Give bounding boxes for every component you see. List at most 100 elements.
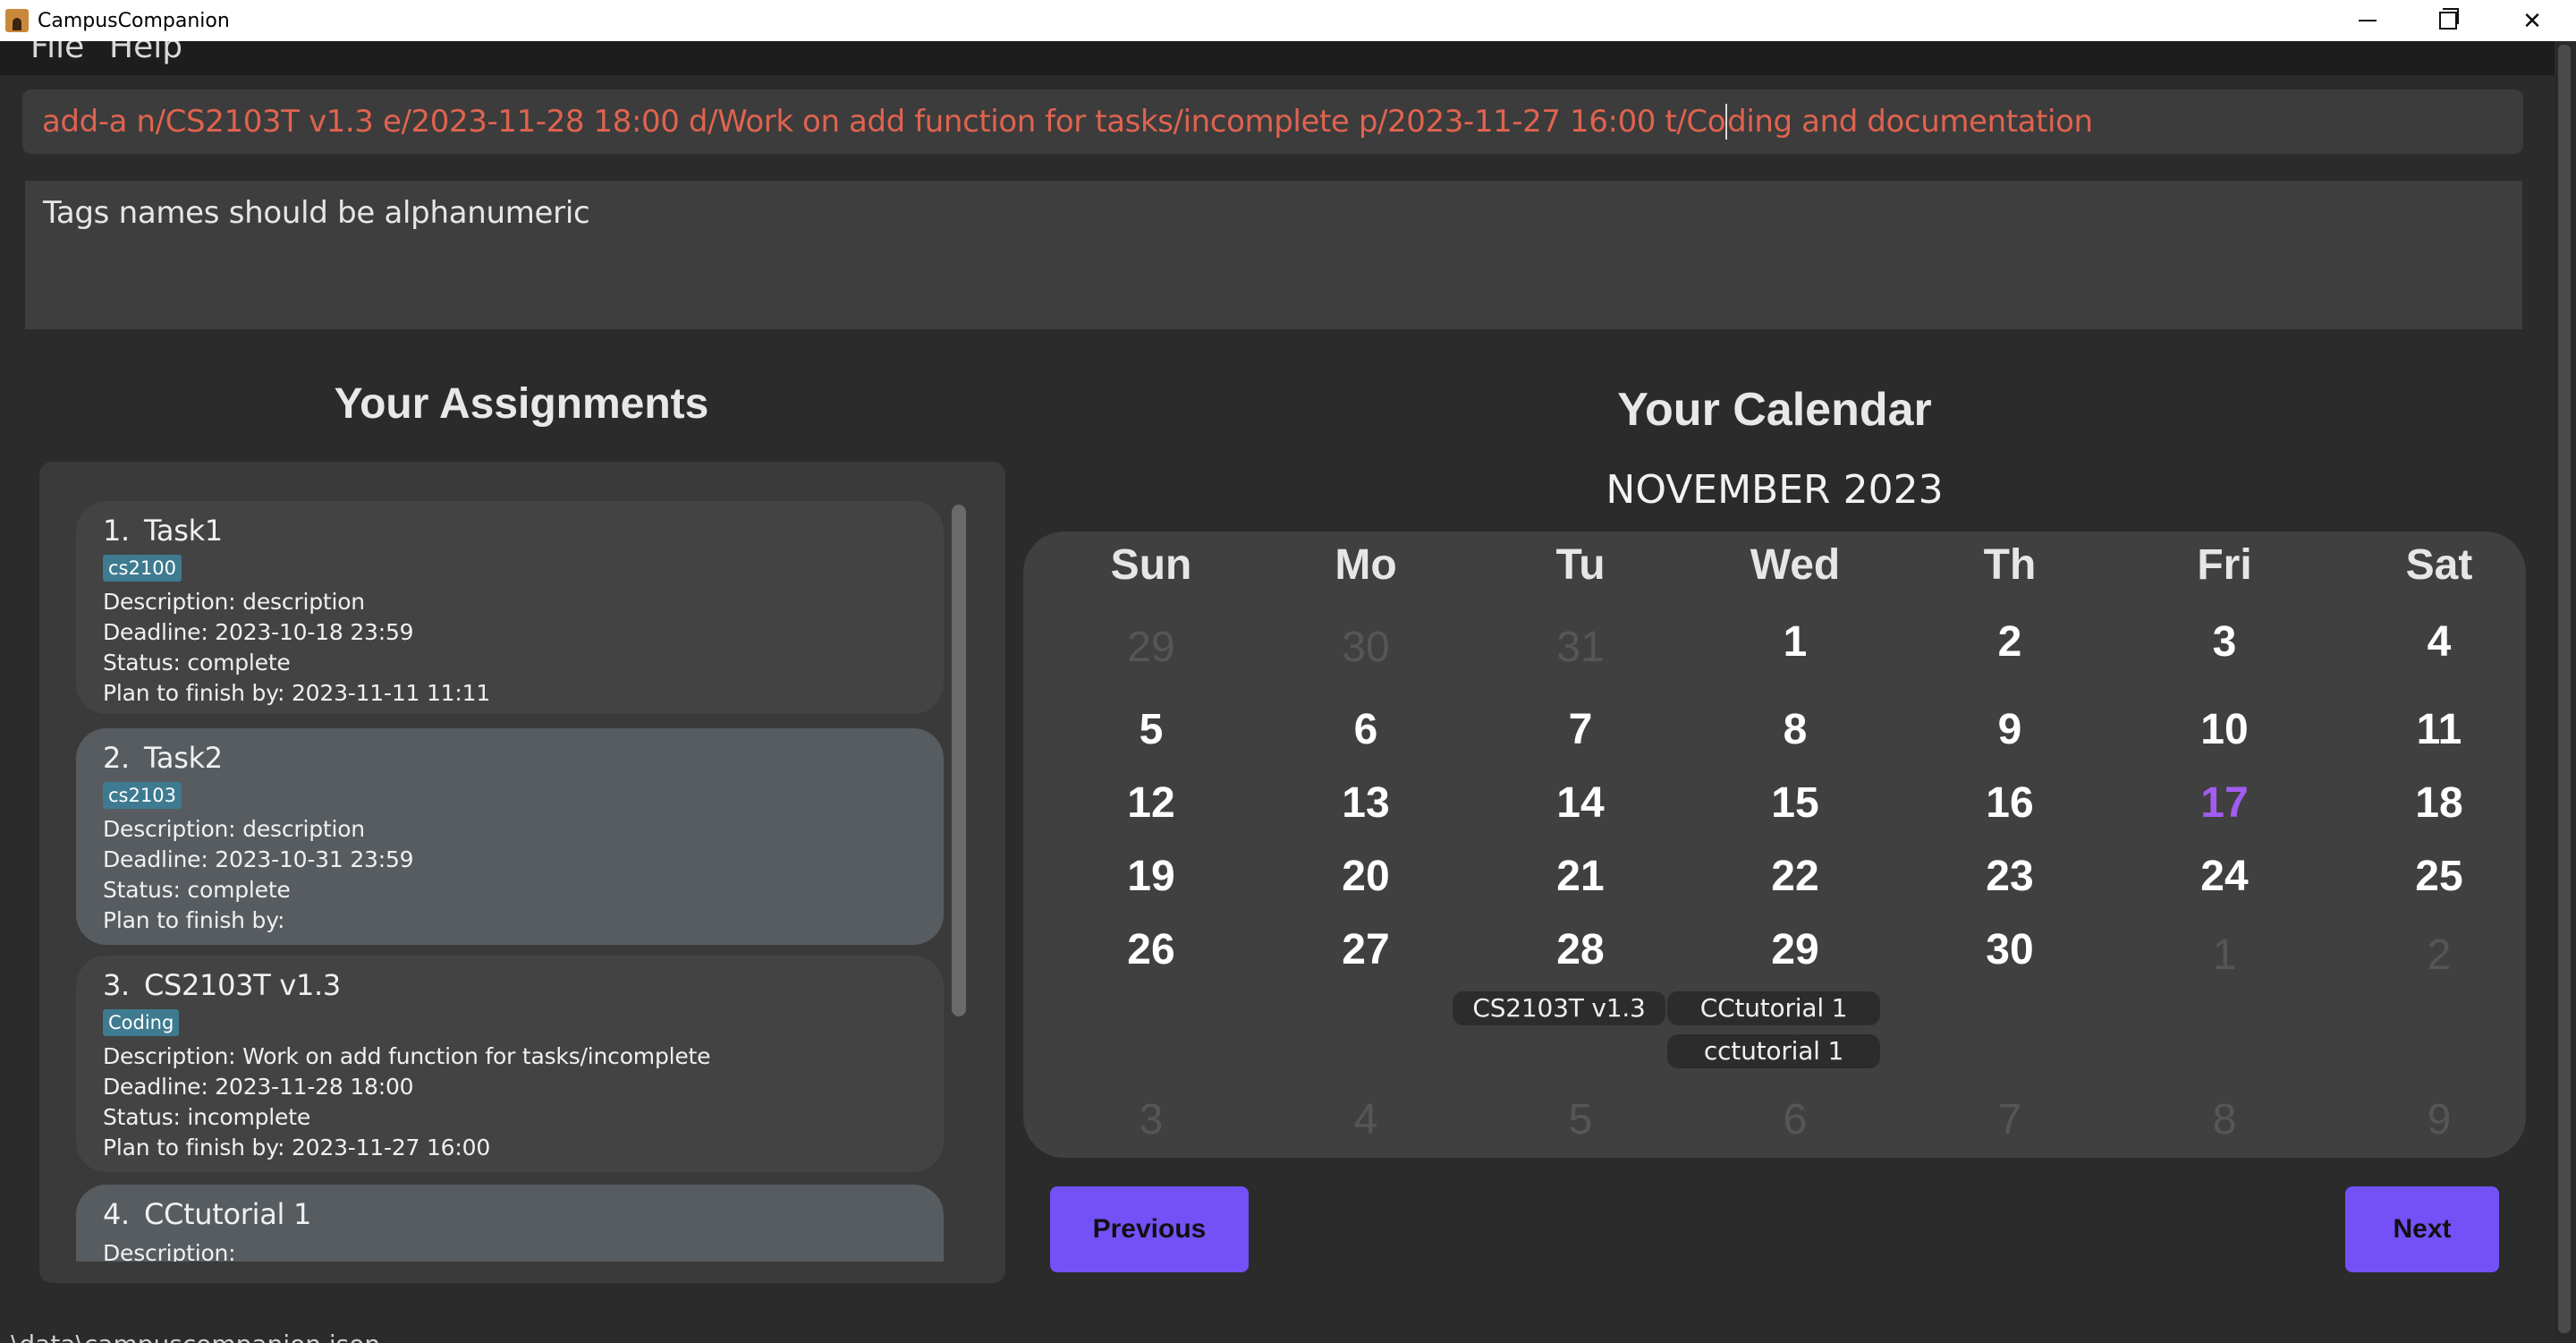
calendar-day[interactable]: 18	[2332, 778, 2546, 828]
calendar-day-outside-month[interactable]: 4	[1258, 1095, 1473, 1144]
calendar-day-outside-month[interactable]: 30	[1258, 623, 1473, 672]
calendar-day[interactable]: 19	[1044, 852, 1258, 901]
weekday-header: Sat	[2405, 541, 2473, 589]
assignment-plan: Plan to finish by: 2023-11-27 16:00	[103, 1135, 491, 1160]
calendar-day[interactable]: 8	[1688, 705, 1902, 754]
calendar-event[interactable]: cctutorial 1	[1667, 1034, 1880, 1068]
minimize-button[interactable]	[2327, 0, 2408, 41]
assignment-name: Task2	[143, 741, 223, 775]
command-text-after-caret: ding and documentation	[1727, 104, 2093, 140]
calendar-day[interactable]: 30	[1902, 925, 2117, 974]
calendar-day[interactable]: 4	[2332, 617, 2546, 667]
calendar-day[interactable]: 11	[2332, 705, 2546, 754]
window-title: CampusCompanion	[38, 9, 230, 32]
assignment-description: Description: Work on add function for ta…	[103, 1043, 711, 1069]
calendar-event[interactable]: CCtutorial 1	[1667, 991, 1880, 1025]
assignment-list[interactable]: 1. Task1 cs2100 Description: description …	[76, 501, 944, 1262]
calendar-day[interactable]: 27	[1258, 925, 1473, 974]
assignment-index: 3.	[103, 968, 130, 1002]
calendar-day[interactable]: 1	[1688, 617, 1902, 667]
assignment-tag: Coding	[103, 1009, 180, 1036]
assignment-description: Description: description	[103, 816, 365, 842]
assignment-tag: cs2103	[103, 782, 182, 809]
assignment-tag: cs2100	[103, 555, 182, 582]
calendar-day[interactable]: 12	[1044, 778, 1258, 828]
calendar-heading: Your Calendar	[1617, 384, 1932, 436]
weekday-header: Mo	[1335, 541, 1397, 589]
calendar-day[interactable]: 23	[1902, 852, 2117, 901]
assignment-description: Description:	[103, 1240, 236, 1262]
weekday-header: Sun	[1110, 541, 1192, 589]
calendar-day[interactable]: 9	[1902, 705, 2117, 754]
assignment-index: 1.	[103, 514, 130, 548]
weekday-header: Wed	[1750, 541, 1841, 589]
calendar-day-outside-month[interactable]: 2	[2332, 931, 2546, 980]
calendar-day[interactable]: 28	[1473, 925, 1688, 974]
calendar-day[interactable]: 22	[1688, 852, 1902, 901]
assignment-status: Status: complete	[103, 650, 291, 676]
assignment-name: CS2103T v1.3	[143, 968, 341, 1002]
assignment-card[interactable]: 1. Task1 cs2100 Description: description …	[76, 501, 944, 714]
assignment-index: 2.	[103, 741, 130, 775]
calendar-day[interactable]: 29	[1688, 925, 1902, 974]
calendar-day[interactable]: 16	[1902, 778, 2117, 828]
next-month-button[interactable]: Next	[2345, 1186, 2499, 1272]
assignment-deadline: Deadline: 2023-10-18 23:59	[103, 619, 414, 645]
assignment-plan: Plan to finish by: 2023-11-11 11:11	[103, 680, 491, 706]
menu-file[interactable]: File	[30, 41, 84, 65]
assignment-deadline: Deadline: 2023-11-28 18:00	[103, 1074, 414, 1100]
assignment-plan: Plan to finish by:	[103, 907, 285, 933]
assignment-status: Status: incomplete	[103, 1104, 310, 1130]
close-icon: ✕	[2522, 6, 2542, 34]
assignment-list-panel: 1. Task1 cs2100 Description: description …	[39, 462, 1005, 1283]
calendar-day[interactable]: 25	[2332, 852, 2546, 901]
calendar-day[interactable]: 10	[2117, 705, 2332, 754]
assignment-name: CCtutorial 1	[143, 1197, 312, 1231]
result-display: Tags names should be alphanumeric	[25, 181, 2522, 329]
calendar-day-outside-month[interactable]: 1	[2117, 931, 2332, 980]
assignment-card[interactable]: 4. CCtutorial 1 Description:	[76, 1185, 944, 1262]
calendar-day[interactable]: 20	[1258, 852, 1473, 901]
status-bar: \data\campuscompanion.json	[0, 1315, 2555, 1343]
result-message: Tags names should be alphanumeric	[43, 195, 590, 231]
calendar-day[interactable]: 3	[2117, 617, 2332, 667]
calendar-day[interactable]: 7	[1473, 705, 1688, 754]
calendar-day[interactable]: 2	[1902, 617, 2117, 667]
calendar-day-outside-month[interactable]: 6	[1688, 1095, 1902, 1144]
command-input[interactable]: add-a n/CS2103T v1.3 e/2023-11-28 18:00 …	[22, 89, 2523, 154]
calendar-event[interactable]: CS2103T v1.3	[1453, 991, 1665, 1025]
calendar-day[interactable]: 6	[1258, 705, 1473, 754]
weekday-header: Th	[1983, 541, 2037, 589]
calendar-day[interactable]: 14	[1473, 778, 1688, 828]
calendar-day-outside-month[interactable]: 5	[1473, 1095, 1688, 1144]
calendar-day-outside-month[interactable]: 3	[1044, 1095, 1258, 1144]
assignment-deadline: Deadline: 2023-10-31 23:59	[103, 846, 414, 872]
command-text-before-caret: add-a n/CS2103T v1.3 e/2023-11-28 18:00 …	[42, 104, 1726, 140]
app-icon	[5, 9, 29, 32]
calendar-day[interactable]: 13	[1258, 778, 1473, 828]
calendar-day[interactable]: 24	[2117, 852, 2332, 901]
restore-icon	[2439, 8, 2459, 30]
calendar-day[interactable]: 17	[2117, 778, 2332, 828]
assignments-heading: Your Assignments	[334, 380, 709, 428]
assignment-card[interactable]: 3. CS2103T v1.3 Coding Description: Work …	[76, 956, 944, 1172]
assignment-list-scrollbar[interactable]	[952, 505, 966, 1016]
calendar-day-outside-month[interactable]: 9	[2332, 1095, 2546, 1144]
close-button[interactable]: ✕	[2492, 0, 2572, 41]
assignment-card-selected[interactable]: 2. Task2 cs2103 Description: description …	[76, 728, 944, 945]
calendar-day[interactable]: 21	[1473, 852, 1688, 901]
window-scrollbar-thumb[interactable]	[2558, 45, 2571, 1333]
restore-button[interactable]	[2408, 0, 2488, 41]
calendar-day-outside-month[interactable]: 7	[1902, 1095, 2117, 1144]
calendar-day[interactable]: 5	[1044, 705, 1258, 754]
assignment-index: 4.	[103, 1197, 130, 1231]
calendar-month-label: NOVEMBER 2023	[1606, 467, 1944, 513]
calendar-day[interactable]: 26	[1044, 925, 1258, 974]
calendar-day-outside-month[interactable]: 8	[2117, 1095, 2332, 1144]
calendar-day-outside-month[interactable]: 29	[1044, 623, 1258, 672]
menu-help[interactable]: Help	[109, 41, 182, 65]
previous-month-button[interactable]: Previous	[1050, 1186, 1249, 1272]
assignment-status: Status: complete	[103, 877, 291, 903]
calendar-day[interactable]: 15	[1688, 778, 1902, 828]
calendar-day-outside-month[interactable]: 31	[1473, 623, 1688, 672]
